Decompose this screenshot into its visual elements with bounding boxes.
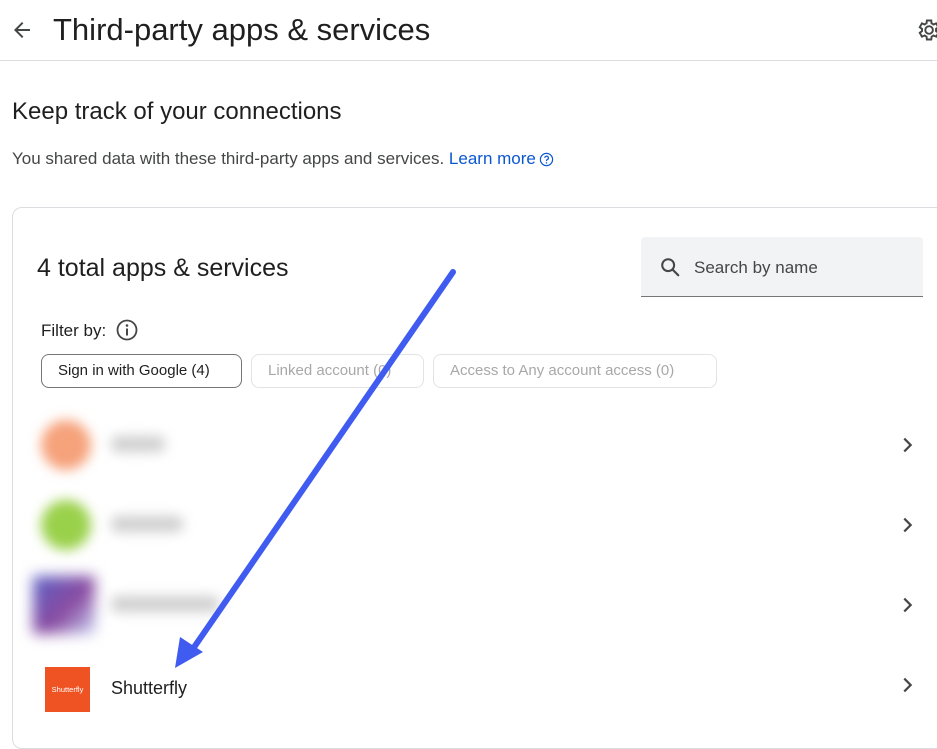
info-icon[interactable] — [115, 318, 139, 342]
app-row[interactable] — [13, 406, 937, 486]
gear-icon[interactable] — [915, 17, 937, 43]
arrow-left-icon[interactable] — [10, 18, 34, 42]
app-name-blurred — [111, 436, 165, 452]
app-name: Shutterfly — [111, 678, 188, 698]
help-circle-icon[interactable] — [539, 152, 554, 167]
chevron-right-icon — [903, 677, 913, 693]
top-bar: Third-party apps & services — [0, 0, 937, 61]
search-icon — [661, 258, 680, 277]
apps-card: 4 total apps & services Search by name F… — [12, 207, 937, 749]
page-title: Third-party apps & services — [53, 12, 431, 47]
intro-text: You shared data with these third-party a… — [12, 149, 445, 168]
chip-sign-in-with-google[interactable]: Sign in with Google (4) — [41, 354, 242, 388]
app-name-blurred — [111, 516, 183, 532]
search-placeholder: Search by name — [694, 258, 818, 277]
chevron-right-icon — [903, 597, 913, 613]
app-logo-blurred — [33, 576, 95, 634]
app-logo-blurred — [41, 500, 91, 550]
search-input[interactable]: Search by name — [641, 237, 923, 297]
filter-label: Filter by: — [41, 321, 107, 340]
chip-any-account-access[interactable]: Access to Any account access (0) — [433, 354, 717, 388]
section-heading: Keep track of your connections — [12, 98, 342, 125]
app-logo-blurred — [41, 420, 91, 470]
app-name-blurred — [111, 596, 219, 612]
app-row[interactable] — [13, 486, 937, 566]
chip-linked-account[interactable]: Linked account (0) — [251, 354, 424, 388]
shutterfly-logo: Shutterfly — [45, 667, 90, 712]
chevron-right-icon — [903, 517, 913, 533]
intro-text-line: You shared data with these third-party a… — [12, 148, 554, 170]
app-row-shutterfly[interactable]: Shutterfly Shutterfly — [13, 646, 937, 726]
chevron-right-icon — [903, 437, 913, 453]
apps-count: 4 total apps & services — [37, 254, 289, 282]
learn-more-link[interactable]: Learn more — [449, 149, 536, 168]
app-row[interactable] — [13, 566, 937, 646]
